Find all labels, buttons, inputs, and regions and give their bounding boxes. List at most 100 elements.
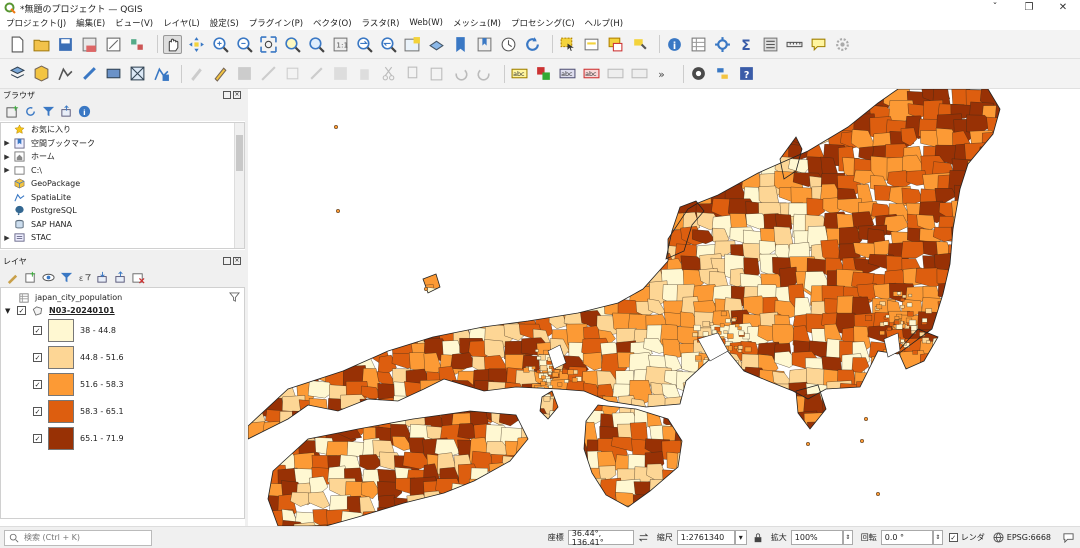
municipality-polygon[interactable] bbox=[599, 254, 628, 276]
municipality-polygon[interactable] bbox=[281, 367, 303, 385]
municipality-polygon[interactable] bbox=[487, 105, 508, 126]
municipality-polygon[interactable] bbox=[616, 171, 641, 196]
municipality-polygon[interactable] bbox=[360, 197, 378, 217]
municipality-polygon[interactable] bbox=[538, 239, 568, 259]
legend-item[interactable]: ✓ 58.3 - 65.1 bbox=[1, 398, 244, 425]
municipality-polygon[interactable] bbox=[581, 227, 603, 244]
municipality-polygon[interactable] bbox=[598, 101, 619, 117]
municipality-polygon[interactable] bbox=[1034, 380, 1056, 406]
municipality-polygon[interactable] bbox=[531, 366, 536, 370]
municipality-polygon[interactable] bbox=[388, 171, 416, 188]
municipality-polygon[interactable] bbox=[1045, 299, 1065, 323]
municipality-polygon[interactable] bbox=[379, 299, 408, 325]
municipality-polygon[interactable] bbox=[421, 215, 452, 236]
municipality-polygon[interactable] bbox=[726, 355, 732, 360]
municipality-polygon[interactable] bbox=[523, 216, 546, 233]
zoom-native-icon[interactable]: 1:1 bbox=[331, 35, 350, 54]
processing-toolbox-icon[interactable] bbox=[713, 35, 732, 54]
municipality-polygon[interactable] bbox=[1030, 506, 1053, 521]
municipality-polygon[interactable] bbox=[410, 116, 439, 141]
municipality-polygon[interactable] bbox=[500, 241, 526, 264]
municipality-polygon[interactable] bbox=[1003, 454, 1028, 478]
municipality-polygon[interactable] bbox=[579, 157, 607, 180]
municipality-polygon[interactable] bbox=[534, 422, 561, 438]
municipality-polygon[interactable] bbox=[469, 478, 494, 504]
municipality-polygon[interactable] bbox=[968, 254, 988, 275]
pan-to-selection-icon[interactable] bbox=[187, 35, 206, 54]
municipality-polygon[interactable] bbox=[411, 201, 435, 220]
municipality-polygon[interactable] bbox=[276, 311, 297, 337]
legend-item[interactable]: ✓ 65.1 - 71.9 bbox=[1, 425, 244, 452]
legend-class-checkbox[interactable]: ✓ bbox=[33, 434, 42, 443]
municipality-polygon[interactable] bbox=[406, 185, 424, 213]
municipality-polygon[interactable] bbox=[299, 315, 326, 331]
municipality-polygon[interactable] bbox=[721, 357, 728, 363]
municipality-polygon[interactable] bbox=[708, 394, 727, 419]
municipality-polygon[interactable] bbox=[762, 423, 793, 444]
municipality-polygon[interactable] bbox=[900, 339, 905, 343]
municipality-polygon[interactable] bbox=[538, 491, 560, 513]
municipality-polygon[interactable] bbox=[613, 189, 641, 210]
municipality-polygon[interactable] bbox=[1001, 425, 1020, 448]
municipality-polygon[interactable] bbox=[965, 283, 996, 303]
municipality-polygon[interactable] bbox=[471, 495, 498, 521]
municipality-polygon[interactable] bbox=[292, 198, 322, 220]
municipality-polygon[interactable] bbox=[531, 142, 556, 168]
municipality-polygon[interactable] bbox=[643, 130, 663, 151]
municipality-polygon[interactable] bbox=[1044, 131, 1062, 151]
municipality-polygon[interactable] bbox=[713, 363, 719, 368]
municipality-polygon[interactable] bbox=[534, 186, 566, 210]
refresh-browser-icon[interactable] bbox=[23, 104, 37, 118]
municipality-polygon[interactable] bbox=[441, 396, 460, 413]
municipality-polygon[interactable] bbox=[1003, 324, 1032, 350]
municipality-polygon[interactable] bbox=[421, 159, 442, 179]
municipality-polygon[interactable] bbox=[534, 156, 556, 174]
municipality-polygon[interactable] bbox=[500, 117, 520, 135]
municipality-polygon[interactable] bbox=[248, 510, 265, 526]
municipality-polygon[interactable] bbox=[1047, 213, 1070, 236]
municipality-polygon[interactable] bbox=[263, 173, 286, 197]
municipality-polygon[interactable] bbox=[379, 269, 407, 292]
municipality-polygon[interactable] bbox=[756, 103, 776, 125]
municipality-polygon[interactable] bbox=[890, 450, 914, 477]
municipality-polygon[interactable] bbox=[853, 397, 885, 421]
municipality-polygon[interactable] bbox=[549, 230, 577, 254]
municipality-polygon[interactable] bbox=[472, 202, 502, 222]
municipality-polygon[interactable] bbox=[709, 322, 714, 326]
municipality-polygon[interactable] bbox=[902, 294, 907, 299]
municipality-polygon[interactable] bbox=[1046, 465, 1064, 482]
municipality-polygon[interactable] bbox=[248, 90, 265, 109]
municipality-polygon[interactable] bbox=[395, 216, 422, 240]
municipality-polygon[interactable] bbox=[970, 493, 994, 511]
coord-toggle-icon[interactable] bbox=[638, 532, 649, 543]
municipality-polygon[interactable] bbox=[582, 268, 607, 292]
legend-item[interactable]: ✓ 51.6 - 58.3 bbox=[1, 371, 244, 398]
municipality-polygon[interactable] bbox=[248, 491, 264, 512]
municipality-polygon[interactable] bbox=[634, 214, 653, 241]
municipality-polygon[interactable] bbox=[580, 252, 604, 274]
municipality-polygon[interactable] bbox=[266, 270, 297, 292]
municipality-polygon[interactable] bbox=[548, 132, 567, 149]
python-console-icon[interactable] bbox=[713, 64, 732, 83]
municipality-polygon[interactable] bbox=[1028, 273, 1051, 298]
municipality-polygon[interactable] bbox=[728, 367, 746, 389]
municipality-polygon[interactable] bbox=[697, 496, 723, 520]
municipality-polygon[interactable] bbox=[998, 189, 1018, 211]
municipality-polygon[interactable] bbox=[262, 339, 291, 362]
municipality-polygon[interactable] bbox=[486, 506, 516, 526]
render-checkbox[interactable]: ✓ bbox=[948, 533, 958, 542]
municipality-polygon[interactable] bbox=[920, 493, 949, 520]
municipality-polygon[interactable] bbox=[389, 313, 417, 340]
municipality-polygon[interactable] bbox=[676, 371, 707, 397]
municipality-polygon[interactable] bbox=[484, 143, 507, 172]
municipality-polygon[interactable] bbox=[680, 497, 698, 519]
municipality-polygon[interactable] bbox=[825, 452, 850, 478]
municipality-polygon[interactable] bbox=[867, 367, 891, 383]
municipality-polygon[interactable] bbox=[997, 494, 1020, 520]
municipality-polygon[interactable] bbox=[309, 102, 329, 122]
municipality-polygon[interactable] bbox=[572, 377, 578, 383]
add-selected-layers-icon[interactable] bbox=[5, 104, 19, 118]
municipality-polygon[interactable] bbox=[693, 324, 701, 331]
municipality-polygon[interactable] bbox=[457, 228, 476, 251]
municipality-polygon[interactable] bbox=[490, 188, 519, 212]
